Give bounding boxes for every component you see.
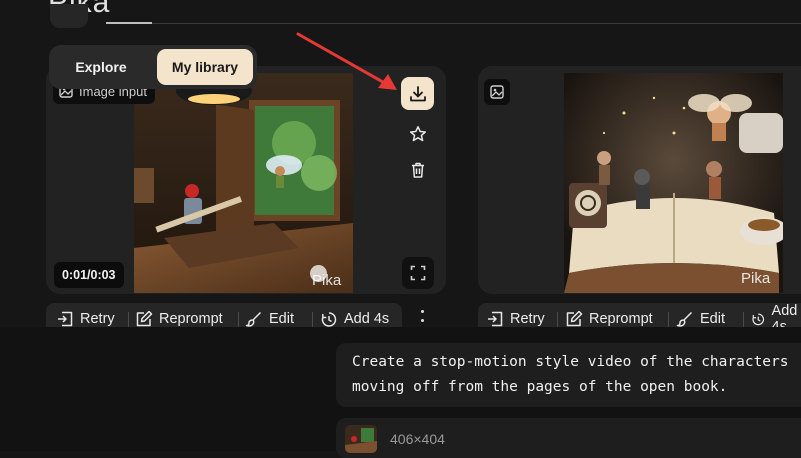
star-icon: [409, 126, 427, 142]
retry-icon: [58, 311, 73, 327]
prompt-line-1: Create a stop-motion style video of the …: [352, 354, 789, 370]
action-separator: [312, 312, 313, 327]
add-4s-label: Add 4s: [344, 311, 390, 327]
explore-tab[interactable]: Explore: [55, 49, 147, 85]
video-thumbnail-storybook[interactable]: [564, 73, 783, 293]
retry-icon: [488, 311, 503, 327]
image-dimensions: 406×404: [390, 431, 445, 447]
reprompt-label: Reprompt: [589, 311, 653, 327]
action-separator: [668, 312, 669, 327]
fullscreen-button[interactable]: [402, 257, 434, 289]
timer-icon: [321, 312, 337, 327]
edit-label: Edit: [269, 311, 294, 327]
annotation-arrow: [296, 32, 397, 90]
favorite-button[interactable]: [406, 122, 430, 146]
download-button[interactable]: [401, 77, 434, 110]
my-library-tab[interactable]: My library: [157, 49, 253, 85]
delete-button[interactable]: [406, 158, 430, 182]
action-separator: [128, 312, 129, 327]
download-icon: [409, 85, 426, 101]
image-icon: [490, 85, 504, 99]
active-tab-indicator: [106, 22, 152, 24]
video-thumbnail-knight-fairy[interactable]: [134, 73, 353, 293]
top-nav-tab[interactable]: [50, 4, 88, 28]
edit-label: Edit: [700, 311, 725, 327]
input-image-thumbnail[interactable]: [345, 425, 377, 453]
prompt-text-box[interactable]: Create a stop-motion style video of the …: [336, 343, 801, 407]
brush-icon: [245, 311, 262, 327]
retry-label: Retry: [80, 311, 115, 327]
action-separator: [557, 312, 558, 327]
action-separator: [743, 312, 744, 327]
expand-icon: [410, 265, 426, 281]
library-toggle: Explore My library: [49, 45, 257, 89]
pika-watermark-2: Pika: [741, 270, 771, 287]
header-divider: [106, 23, 801, 24]
playback-time: 0:01/0:03: [54, 262, 124, 288]
brush-icon: [676, 311, 693, 327]
trash-icon: [412, 162, 424, 178]
timer-icon: [752, 313, 765, 326]
prompt-line-2: moving off from the pages of the open bo…: [352, 379, 728, 395]
action-separator: [238, 312, 239, 327]
retry-label: Retry: [510, 311, 545, 327]
edit-pencil-icon: [136, 310, 153, 327]
pika-watermark: Pika: [312, 272, 342, 289]
reprompt-label: Reprompt: [159, 311, 223, 327]
edit-pencil-icon: [566, 310, 583, 327]
image-input-badge-2: [484, 79, 510, 105]
